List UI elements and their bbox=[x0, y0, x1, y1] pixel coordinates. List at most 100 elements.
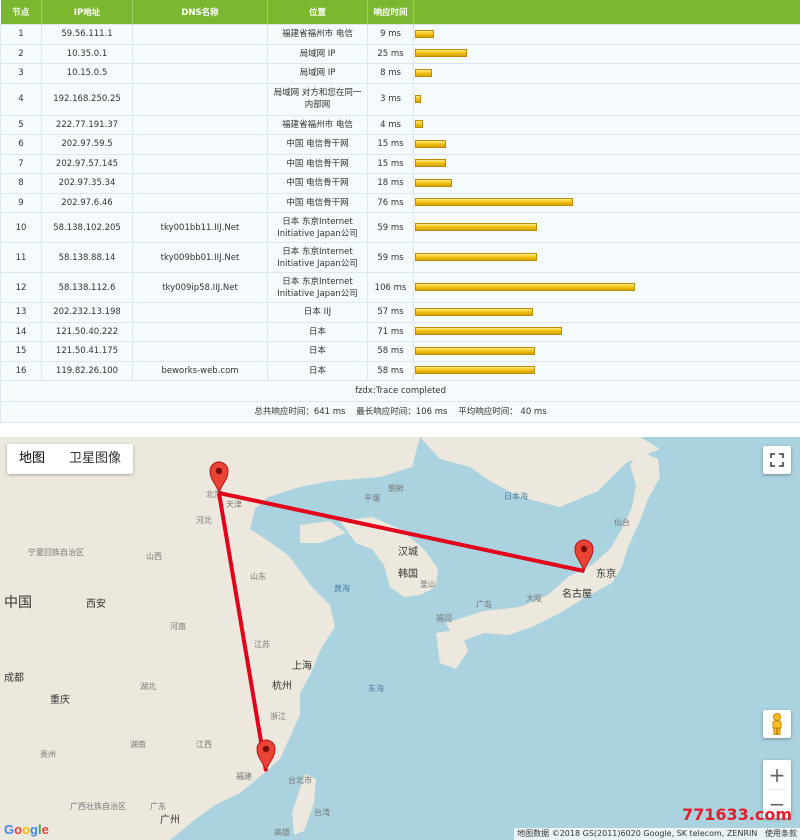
ip-cell: 192.168.250.25 bbox=[41, 82, 133, 116]
map-label: 台北市 bbox=[288, 775, 312, 785]
google-logo-letter: g bbox=[30, 822, 38, 837]
google-logo-letter: o bbox=[22, 822, 31, 837]
response-time-bar bbox=[415, 198, 573, 207]
response-time-bar bbox=[415, 159, 446, 168]
time-cell: 59 ms bbox=[367, 212, 414, 243]
col-header-bar bbox=[413, 0, 800, 25]
hop-cell: 7 bbox=[0, 153, 42, 174]
dns-cell bbox=[132, 82, 268, 116]
map-label: 汉城 bbox=[398, 546, 418, 558]
fullscreen-button[interactable] bbox=[763, 446, 791, 474]
table-row: 12 58.138.112.6 tky009ip58.IIJ.Net 日本 东京Int… bbox=[0, 272, 800, 303]
dns-cell bbox=[132, 134, 268, 155]
map-label: 仙台 bbox=[614, 517, 630, 527]
route-map[interactable]: 北京 天津 平壤 朝鲜 日本海 仙台 东京 名古屋 大阪 广岛 福冈 汉城 韩国 釜山 黄海 东海 上海 杭州 台北… bbox=[0, 437, 800, 840]
hop-cell: 9 bbox=[0, 192, 42, 213]
ip-cell: 10.35.0.1 bbox=[41, 43, 133, 64]
response-time-bar bbox=[415, 283, 635, 291]
location-cell: 福建省福州市 电信 bbox=[267, 24, 368, 45]
map-label: 重庆 bbox=[50, 693, 70, 706]
dns-cell bbox=[132, 43, 268, 64]
map-label: 福冈 bbox=[436, 614, 452, 623]
table-header-row: 节点 IP地址 DNS名称 位置 响应时间 bbox=[0, 0, 800, 25]
bar-cell bbox=[413, 321, 800, 342]
map-type-control: 地图 卫星图像 bbox=[7, 444, 134, 474]
response-time-bar bbox=[415, 120, 423, 129]
ip-cell: 58.138.112.6 bbox=[41, 272, 133, 303]
map-label: 台湾 bbox=[314, 807, 330, 817]
map-svg: 北京天津平壤朝鲜日本海仙台东京名古屋大阪广岛福冈汉城韩国釜山黄海东海上海杭州台北… bbox=[0, 437, 660, 840]
response-time-bar bbox=[415, 366, 535, 375]
location-cell: 局域网 IP bbox=[267, 63, 368, 84]
google-logo-letter: G bbox=[4, 822, 15, 837]
pegman-icon bbox=[772, 713, 782, 735]
table-row: 4 192.168.250.25 局域网 对方和您在同一内部网 3 ms bbox=[0, 82, 800, 116]
hop-cell: 4 bbox=[0, 82, 42, 116]
response-time-bar bbox=[415, 346, 535, 355]
dns-cell bbox=[132, 24, 268, 45]
map-attribution[interactable]: 地图数据 ©2018 GS(2011)6020 Google, SK telec… bbox=[514, 828, 800, 840]
map-type-map-button[interactable]: 地图 bbox=[7, 444, 57, 474]
location-cell: 日本 bbox=[267, 341, 368, 362]
ip-cell: 202.97.6.46 bbox=[41, 192, 133, 213]
google-logo[interactable]: Google bbox=[4, 822, 49, 837]
bar-cell bbox=[413, 341, 800, 362]
ip-cell: 202.97.57.145 bbox=[41, 153, 133, 174]
map-label: 韩国 bbox=[398, 567, 418, 580]
trace-completed-text: fzdx:Trace completed bbox=[0, 380, 800, 402]
table-row: 1 59.56.111.1 福建省福州市 电信 9 ms bbox=[0, 24, 800, 45]
location-cell: 福建省福州市 电信 bbox=[267, 114, 368, 135]
map-label: 平壤 bbox=[364, 493, 380, 503]
hop-cell: 15 bbox=[0, 341, 42, 362]
response-time-bar bbox=[415, 29, 434, 38]
time-cell: 58 ms bbox=[367, 341, 414, 362]
map-label: 山东 bbox=[250, 571, 266, 581]
hop-cell: 16 bbox=[0, 360, 42, 381]
site-watermark: 771633.com bbox=[681, 805, 792, 824]
location-cell: 日本 东京Internet Initiative Japan公司 bbox=[267, 242, 368, 273]
bar-cell bbox=[413, 134, 800, 155]
dns-cell bbox=[132, 321, 268, 342]
hop-cell: 13 bbox=[0, 302, 42, 323]
time-cell: 57 ms bbox=[367, 302, 414, 323]
map-label: 贵州 bbox=[40, 749, 56, 759]
map-label: 釜山 bbox=[420, 579, 436, 589]
map-label: 高雄 bbox=[274, 827, 290, 837]
location-cell: 局域网 对方和您在同一内部网 bbox=[267, 82, 368, 116]
location-cell: 局域网 IP bbox=[267, 43, 368, 64]
map-label: 黄海 bbox=[334, 583, 350, 593]
dns-cell: tky009bb01.IIJ.Net bbox=[132, 242, 268, 273]
land-russia-ne bbox=[420, 437, 660, 507]
ip-cell: 119.82.26.100 bbox=[41, 360, 133, 381]
dns-cell: tky001bb11.IIJ.Net bbox=[132, 212, 268, 243]
time-cell: 106 ms bbox=[367, 272, 414, 303]
map-label: 大阪 bbox=[526, 593, 542, 603]
map-label: 福建 bbox=[236, 771, 252, 781]
bar-cell bbox=[413, 153, 800, 174]
map-label: 广州 bbox=[160, 814, 180, 826]
hop-cell: 10 bbox=[0, 212, 42, 243]
map-label: 江苏 bbox=[254, 639, 270, 649]
table-row: 10 58.138.102.205 tky001bb11.IIJ.Net 日本 东京I… bbox=[0, 212, 800, 243]
time-cell: 18 ms bbox=[367, 173, 414, 194]
fullscreen-icon bbox=[770, 453, 784, 467]
ip-cell: 121.50.41.175 bbox=[41, 341, 133, 362]
table-row: 2 10.35.0.1 局域网 IP 25 ms bbox=[0, 43, 800, 64]
zoom-in-button[interactable]: + bbox=[769, 761, 786, 789]
google-logo-letter: e bbox=[41, 822, 49, 837]
response-time-bar bbox=[415, 223, 537, 231]
map-label: 名古屋 bbox=[562, 587, 592, 600]
pegman-button[interactable] bbox=[763, 710, 791, 738]
bar-cell bbox=[413, 82, 800, 116]
hop-cell: 3 bbox=[0, 63, 42, 84]
bar-cell bbox=[413, 63, 800, 84]
map-label: 天津 bbox=[226, 499, 242, 509]
map-type-satellite-button[interactable]: 卫星图像 bbox=[57, 444, 133, 474]
dns-cell: tky009ip58.IIJ.Net bbox=[132, 272, 268, 303]
time-cell: 4 ms bbox=[367, 114, 414, 135]
table-row: 8 202.97.35.34 中国 电信骨干网 18 ms bbox=[0, 173, 800, 194]
dns-cell bbox=[132, 63, 268, 84]
bar-cell bbox=[413, 242, 800, 273]
location-cell: 日本 东京Internet Initiative Japan公司 bbox=[267, 212, 368, 243]
map-label: 东京 bbox=[596, 567, 616, 580]
